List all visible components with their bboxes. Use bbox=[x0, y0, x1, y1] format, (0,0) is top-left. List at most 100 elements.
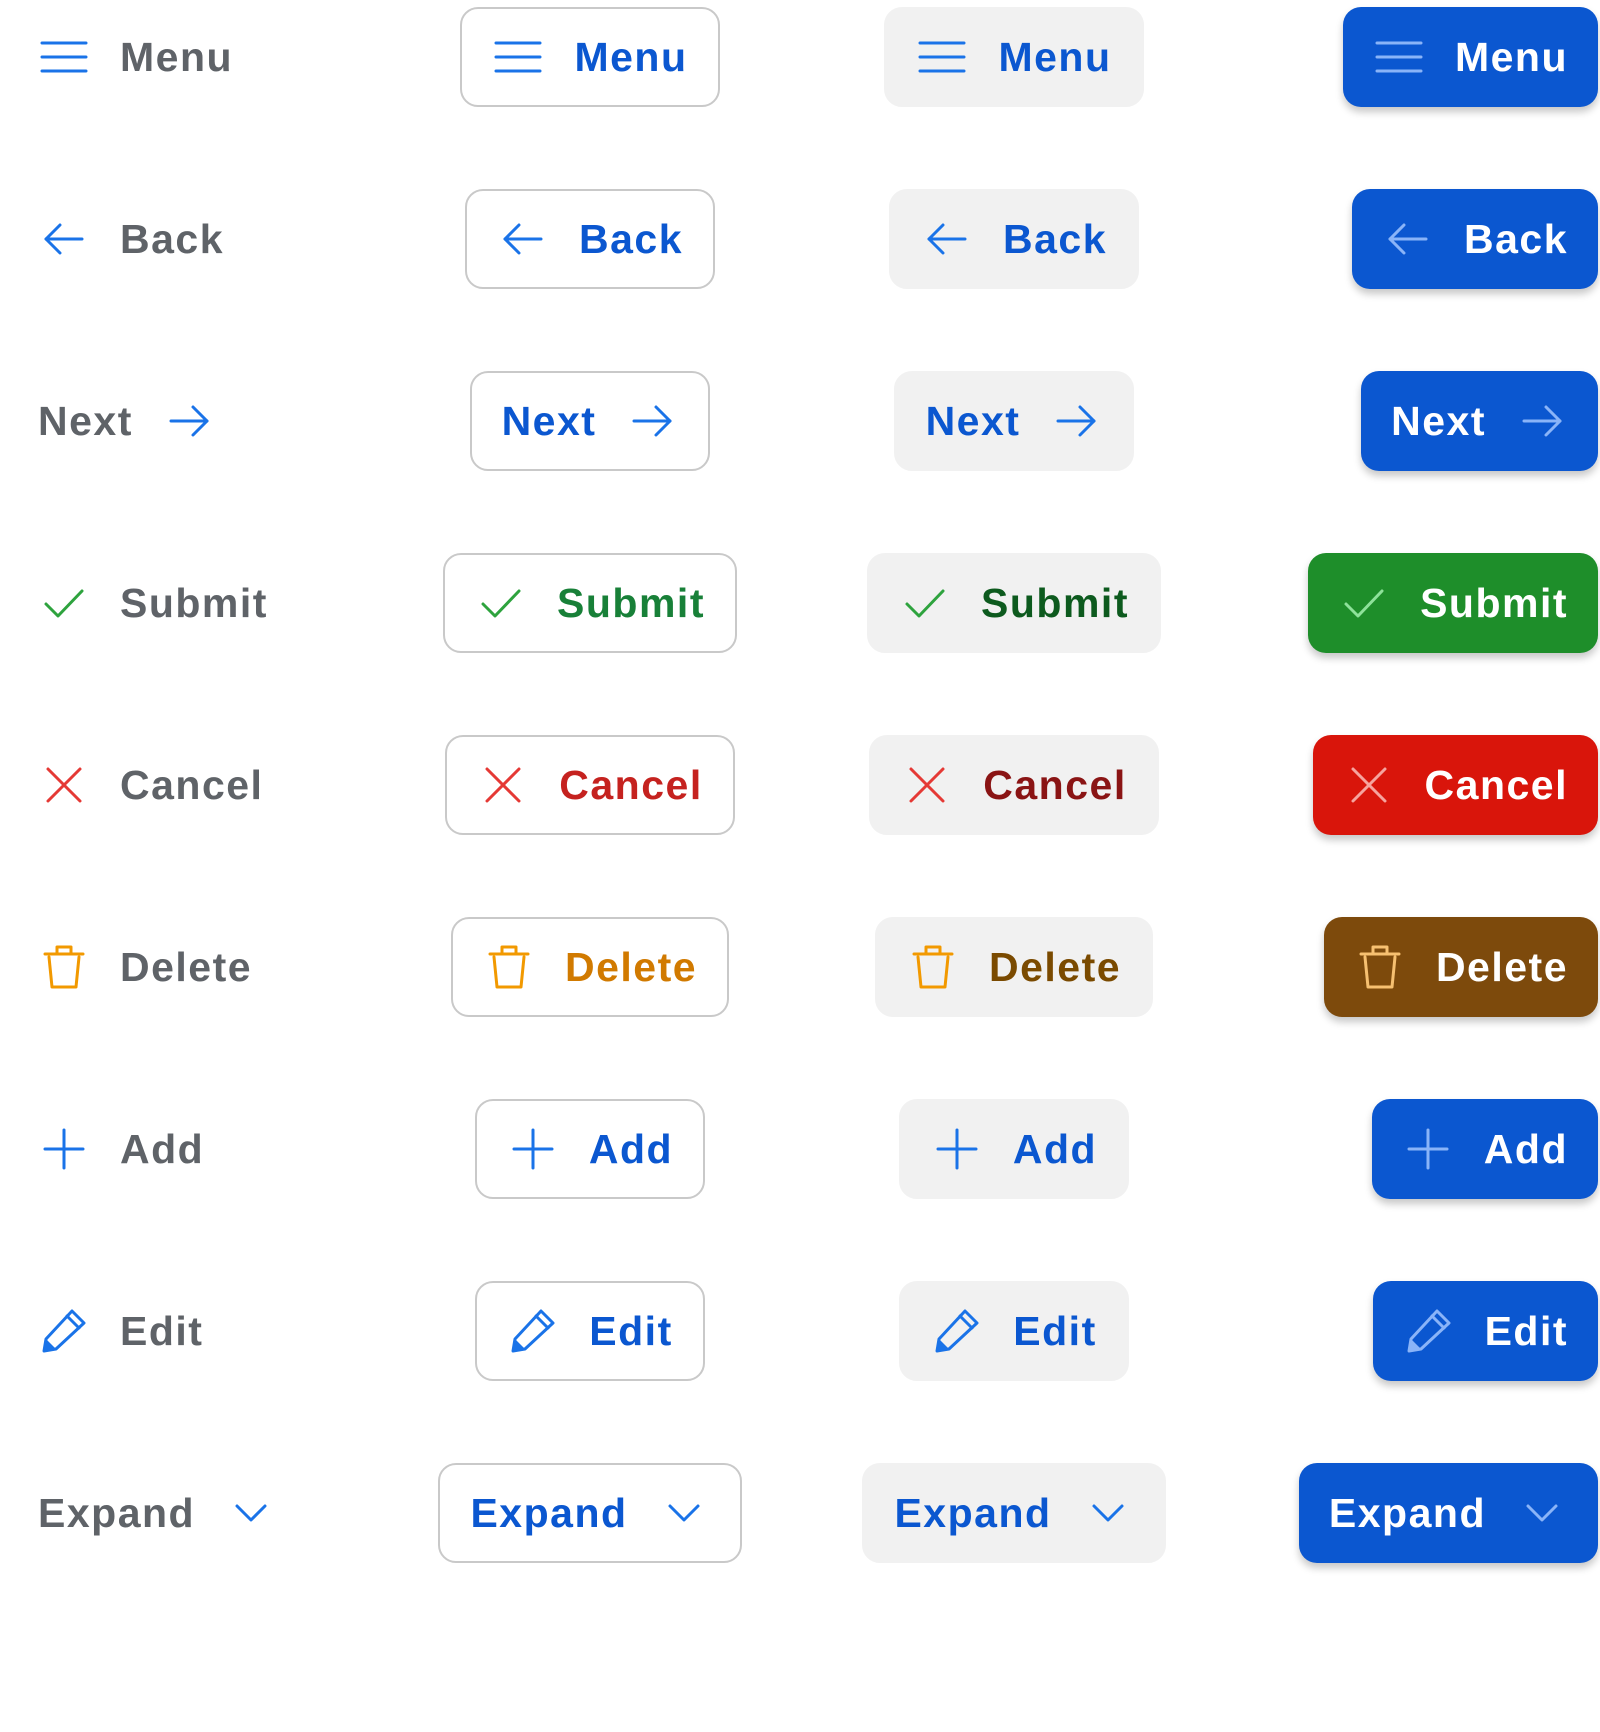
button-cell-expand-outline: Expand bbox=[400, 1463, 780, 1563]
button-cell-next-outline: Next bbox=[400, 371, 780, 471]
button-cell-edit-outline: Edit bbox=[400, 1281, 780, 1381]
button-cell-next-solid: Next bbox=[1361, 371, 1598, 471]
menu-icon bbox=[916, 31, 968, 83]
close-icon bbox=[1343, 759, 1395, 811]
button-cell-cancel-solid: Cancel bbox=[1312, 735, 1598, 835]
button-cell-submit-soft: Submit bbox=[824, 553, 1204, 653]
back-button-plain[interactable]: Back bbox=[38, 189, 224, 289]
menu-button-soft[interactable]: Menu bbox=[884, 7, 1144, 107]
chevron-down-icon bbox=[1516, 1487, 1568, 1539]
arrow-right-icon bbox=[626, 395, 678, 447]
button-cell-back-outline: Back bbox=[400, 189, 780, 289]
button-cell-delete-outline: Delete bbox=[400, 917, 780, 1017]
check-icon bbox=[1338, 577, 1390, 629]
menu-icon bbox=[1373, 31, 1425, 83]
add-button-soft[interactable]: Add bbox=[898, 1099, 1130, 1199]
expand-button-plain[interactable]: Expand bbox=[38, 1463, 277, 1563]
cancel-button-plain[interactable]: Cancel bbox=[38, 735, 263, 835]
add-button-solid[interactable]: Add bbox=[1371, 1099, 1598, 1199]
next-button-solid[interactable]: Next bbox=[1361, 371, 1598, 471]
expand-button-label: Expand bbox=[38, 1489, 196, 1536]
button-cell-cancel-soft: Cancel bbox=[824, 735, 1204, 835]
edit-button-soft[interactable]: Edit bbox=[899, 1281, 1129, 1381]
trash-icon bbox=[483, 941, 535, 993]
arrow-left-icon bbox=[921, 213, 973, 265]
add-button-outline[interactable]: Add bbox=[474, 1099, 706, 1199]
check-icon bbox=[38, 577, 90, 629]
expand-button-solid[interactable]: Expand bbox=[1298, 1463, 1598, 1563]
cancel-button-solid[interactable]: Cancel bbox=[1312, 735, 1598, 835]
back-button-soft[interactable]: Back bbox=[888, 189, 1139, 289]
edit-button-solid[interactable]: Edit bbox=[1372, 1281, 1598, 1381]
cancel-button-label: Cancel bbox=[120, 761, 264, 808]
menu-button-solid[interactable]: Menu bbox=[1342, 7, 1598, 107]
submit-button-label: Submit bbox=[120, 579, 268, 626]
back-button-solid[interactable]: Back bbox=[1351, 189, 1598, 289]
back-button-label: Back bbox=[120, 215, 225, 262]
button-cell-cancel-outline: Cancel bbox=[400, 735, 780, 835]
pencil-icon bbox=[1403, 1305, 1455, 1357]
edit-button-plain[interactable]: Edit bbox=[38, 1281, 203, 1381]
close-icon bbox=[901, 759, 953, 811]
next-button-plain[interactable]: Next bbox=[38, 371, 215, 471]
cancel-button-outline[interactable]: Cancel bbox=[445, 735, 735, 835]
button-cell-add-soft: Add bbox=[824, 1099, 1204, 1199]
expand-button-soft[interactable]: Expand bbox=[862, 1463, 1166, 1563]
submit-button-label: Submit bbox=[1420, 579, 1568, 626]
button-cell-cancel-plain: Cancel bbox=[38, 735, 263, 835]
close-icon bbox=[477, 759, 529, 811]
button-row-submit: Submit Submit Submit Submit bbox=[0, 553, 1600, 653]
button-row-menu: Menu Menu Menu Menu bbox=[0, 7, 1600, 107]
submit-button-solid[interactable]: Submit bbox=[1308, 553, 1598, 653]
menu-button-label: Menu bbox=[998, 33, 1112, 80]
expand-button-outline[interactable]: Expand bbox=[438, 1463, 742, 1563]
button-cell-add-outline: Add bbox=[400, 1099, 780, 1199]
submit-button-soft[interactable]: Submit bbox=[867, 553, 1161, 653]
cancel-button-soft[interactable]: Cancel bbox=[869, 735, 1159, 835]
plus-icon bbox=[507, 1123, 559, 1175]
delete-button-outline[interactable]: Delete bbox=[450, 917, 730, 1017]
chevron-down-icon bbox=[1082, 1487, 1134, 1539]
next-button-soft[interactable]: Next bbox=[893, 371, 1135, 471]
edit-button-outline[interactable]: Edit bbox=[475, 1281, 705, 1381]
back-button-label: Back bbox=[578, 215, 683, 262]
delete-button-plain[interactable]: Delete bbox=[38, 917, 252, 1017]
button-cell-edit-plain: Edit bbox=[38, 1281, 203, 1381]
submit-button-label: Submit bbox=[557, 579, 705, 626]
plus-icon bbox=[38, 1123, 90, 1175]
next-button-outline[interactable]: Next bbox=[469, 371, 711, 471]
button-cell-menu-outline: Menu bbox=[400, 7, 780, 107]
back-button-outline[interactable]: Back bbox=[464, 189, 715, 289]
pencil-icon bbox=[38, 1305, 90, 1357]
menu-button-outline[interactable]: Menu bbox=[460, 7, 720, 107]
expand-button-label: Expand bbox=[894, 1489, 1052, 1536]
button-cell-back-plain: Back bbox=[38, 189, 224, 289]
button-cell-submit-solid: Submit bbox=[1308, 553, 1598, 653]
next-button-label: Next bbox=[38, 397, 133, 444]
button-cell-add-solid: Add bbox=[1371, 1099, 1598, 1199]
button-cell-submit-outline: Submit bbox=[400, 553, 780, 653]
add-button-label: Add bbox=[588, 1125, 674, 1172]
button-cell-next-plain: Next bbox=[38, 371, 215, 471]
button-cell-delete-solid: Delete bbox=[1323, 917, 1598, 1017]
submit-button-outline[interactable]: Submit bbox=[443, 553, 737, 653]
delete-button-label: Delete bbox=[1435, 943, 1568, 990]
add-button-label: Add bbox=[120, 1125, 205, 1172]
menu-button-plain[interactable]: Menu bbox=[38, 7, 233, 107]
chevron-down-icon bbox=[225, 1487, 277, 1539]
button-cell-delete-plain: Delete bbox=[38, 917, 252, 1017]
button-cell-menu-plain: Menu bbox=[38, 7, 233, 107]
plus-icon bbox=[931, 1123, 983, 1175]
edit-button-label: Edit bbox=[1013, 1307, 1097, 1354]
delete-button-soft[interactable]: Delete bbox=[874, 917, 1154, 1017]
button-variants-grid: Menu Menu Menu Menu Back Back Back Back Next Next… bbox=[0, 0, 1600, 1732]
arrow-right-icon bbox=[1050, 395, 1102, 447]
cancel-button-label: Cancel bbox=[983, 761, 1127, 808]
add-button-label: Add bbox=[1012, 1125, 1098, 1172]
menu-button-label: Menu bbox=[120, 33, 234, 80]
arrow-left-icon bbox=[497, 213, 549, 265]
submit-button-plain[interactable]: Submit bbox=[38, 553, 268, 653]
add-button-plain[interactable]: Add bbox=[38, 1099, 204, 1199]
edit-button-label: Edit bbox=[1484, 1307, 1568, 1354]
delete-button-solid[interactable]: Delete bbox=[1323, 917, 1598, 1017]
